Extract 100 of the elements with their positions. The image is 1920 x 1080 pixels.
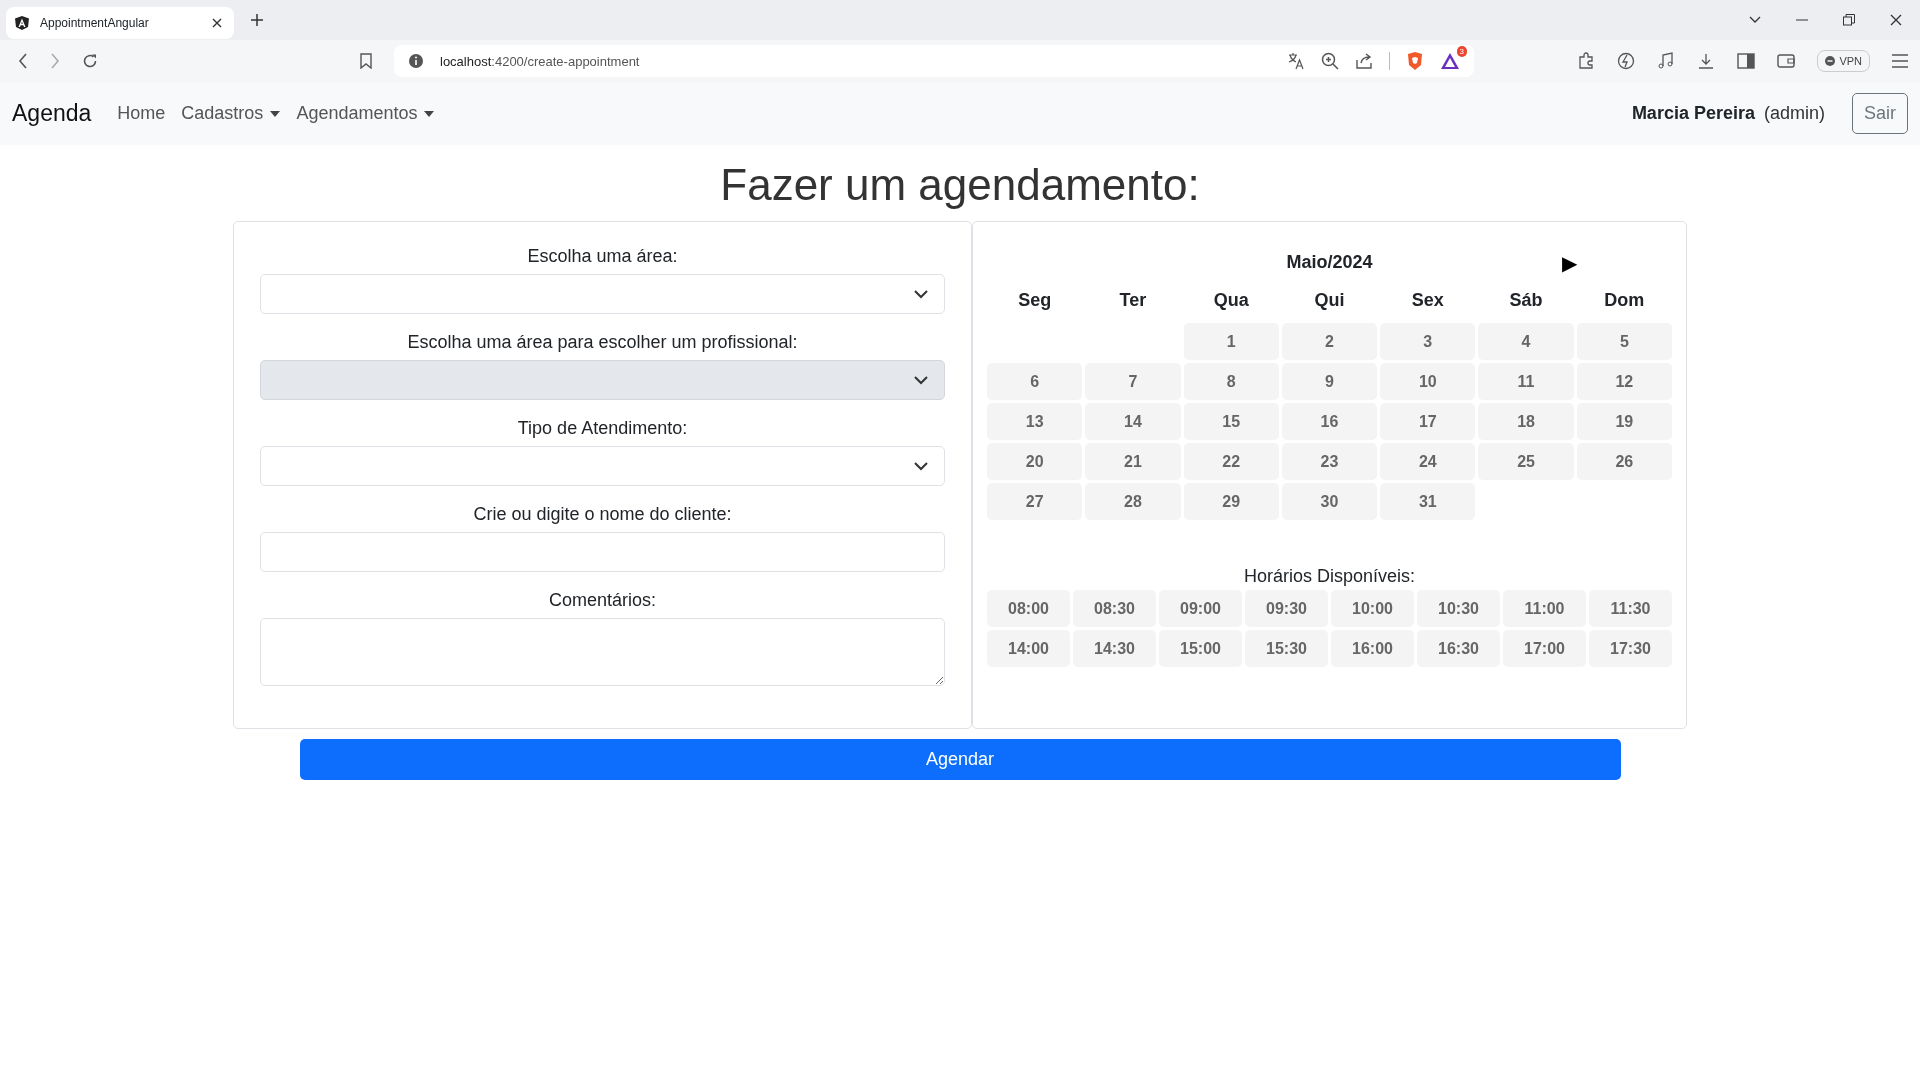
logout-button[interactable]: Sair <box>1852 93 1908 134</box>
weekday-label: Sex <box>1410 289 1445 312</box>
day-button[interactable]: 21 <box>1085 443 1181 480</box>
day-button[interactable]: 15 <box>1183 403 1279 440</box>
day-button[interactable]: 11 <box>1478 363 1574 400</box>
triangle-icon[interactable] <box>1440 52 1460 70</box>
translate-icon[interactable] <box>1287 52 1305 70</box>
input-field[interactable] <box>260 532 945 572</box>
day-button[interactable]: 28 <box>1085 483 1181 520</box>
select-field[interactable] <box>260 446 945 486</box>
close-icon[interactable] <box>1890 14 1902 26</box>
day-button[interactable]: 12 <box>1576 363 1672 400</box>
day-button[interactable]: 25 <box>1478 443 1574 480</box>
download-icon[interactable] <box>1697 52 1716 70</box>
music-icon[interactable] <box>1657 52 1676 70</box>
time-slot-button[interactable]: 17:30 <box>1589 630 1672 667</box>
field-label: Crie ou digite o nome do cliente: <box>472 503 733 526</box>
day-button[interactable]: 9 <box>1281 363 1378 400</box>
brand-link[interactable]: Agenda <box>12 100 92 127</box>
day-button[interactable]: 24 <box>1380 443 1476 480</box>
user-role: (admin) <box>1763 103 1825 124</box>
time-slot-button[interactable]: 09:30 <box>1245 590 1328 627</box>
nav-link[interactable]: Cadastros <box>181 103 281 124</box>
time-slot-button[interactable]: 08:30 <box>1073 590 1156 627</box>
time-slot-button[interactable]: 09:00 <box>1159 590 1242 627</box>
time-slot-button[interactable]: 08:00 <box>987 590 1070 627</box>
page-title: Fazer um agendamento: <box>719 159 1201 211</box>
weekday-label: Seg <box>1017 289 1053 312</box>
time-slot-button[interactable]: 11:00 <box>1503 590 1586 627</box>
day-button[interactable]: 4 <box>1478 323 1574 360</box>
submit-button[interactable]: Agendar <box>299 739 1621 780</box>
day-button[interactable]: 17 <box>1380 403 1476 440</box>
day-button[interactable]: 14 <box>1085 403 1181 440</box>
day-button[interactable]: 3 <box>1380 323 1476 360</box>
day-button[interactable]: 6 <box>987 363 1083 400</box>
day-button[interactable]: 23 <box>1281 443 1378 480</box>
chevron-down-icon[interactable] <box>1749 16 1761 24</box>
browser-tab[interactable]: AppointmentAngular <box>6 7 234 39</box>
bookmark-icon[interactable] <box>360 53 372 69</box>
day-button[interactable]: 2 <box>1281 323 1378 360</box>
tab-title: AppointmentAngular <box>40 16 150 30</box>
day-button[interactable]: 26 <box>1576 443 1672 480</box>
puzzle-icon[interactable] <box>1577 52 1596 70</box>
field-label: Comentários: <box>547 589 657 612</box>
day-button[interactable]: 8 <box>1183 363 1279 400</box>
day-button[interactable]: 18 <box>1478 403 1574 440</box>
time-slot-button[interactable]: 17:00 <box>1503 630 1586 667</box>
weekday-label: Dom <box>1603 289 1646 312</box>
day-button[interactable]: 20 <box>987 443 1083 480</box>
nav-link[interactable]: Home <box>117 103 166 124</box>
field-label: Escolha uma área para escolher um profissional: <box>406 331 799 354</box>
user-name: Marcia Pereira <box>1631 103 1755 124</box>
back-icon[interactable] <box>18 53 28 69</box>
share-icon[interactable] <box>1355 52 1373 70</box>
nav-link[interactable]: Agendamentos <box>296 103 435 124</box>
field-label: Escolha uma área: <box>526 245 679 268</box>
time-slot-button[interactable]: 11:30 <box>1589 590 1672 627</box>
day-button[interactable]: 19 <box>1576 403 1672 440</box>
weekday-label: Qui <box>1313 289 1346 312</box>
zoom-icon[interactable] <box>1321 52 1339 70</box>
time-slot-button[interactable]: 14:30 <box>1073 630 1156 667</box>
address-bar[interactable]: localhost:4200/create-appointment 3 <box>394 45 1474 77</box>
new-tab-icon[interactable] <box>250 13 264 27</box>
sidebar-icon[interactable] <box>1737 53 1756 69</box>
time-slot-button[interactable]: 15:30 <box>1245 630 1328 667</box>
day-button[interactable]: 27 <box>987 483 1083 520</box>
wallet-icon[interactable] <box>1777 53 1796 69</box>
day-button[interactable]: 30 <box>1281 483 1378 520</box>
day-button[interactable]: 29 <box>1183 483 1279 520</box>
menu-icon[interactable] <box>1892 54 1908 68</box>
day-button[interactable]: 22 <box>1183 443 1279 480</box>
next-month-button[interactable]: ▶ <box>1562 252 1577 274</box>
restore-icon[interactable] <box>1843 14 1855 26</box>
day-button[interactable]: 1 <box>1183 323 1279 360</box>
chevron-down-icon <box>914 289 928 299</box>
select-field[interactable] <box>260 274 945 314</box>
weekday-label: Qua <box>1212 289 1250 312</box>
time-slot-button[interactable]: 10:30 <box>1417 590 1500 627</box>
close-icon[interactable] <box>212 18 222 28</box>
day-button[interactable]: 5 <box>1576 323 1672 360</box>
day-button[interactable]: 16 <box>1281 403 1378 440</box>
time-slot-button[interactable]: 10:00 <box>1331 590 1414 627</box>
weekday-label: Ter <box>1118 289 1148 312</box>
time-slot-button[interactable]: 15:00 <box>1159 630 1242 667</box>
time-slot-button[interactable]: 14:00 <box>987 630 1070 667</box>
vpn-button[interactable]: VPN <box>1817 50 1870 72</box>
minus-circle-icon <box>1825 56 1836 66</box>
time-slot-button[interactable]: 16:30 <box>1417 630 1500 667</box>
chevron-down-icon <box>914 461 928 471</box>
day-button[interactable]: 10 <box>1380 363 1476 400</box>
info-icon <box>408 53 424 69</box>
reload-icon[interactable] <box>82 53 98 69</box>
notification-badge: 3 <box>1456 46 1467 57</box>
day-button[interactable]: 7 <box>1085 363 1181 400</box>
comments-field[interactable] <box>260 618 945 686</box>
time-slot-button[interactable]: 16:00 <box>1331 630 1414 667</box>
chevron-down-icon <box>914 375 928 385</box>
day-button[interactable]: 31 <box>1380 483 1476 520</box>
field-label: Tipo de Atendimento: <box>516 417 689 440</box>
day-button[interactable]: 13 <box>987 403 1083 440</box>
